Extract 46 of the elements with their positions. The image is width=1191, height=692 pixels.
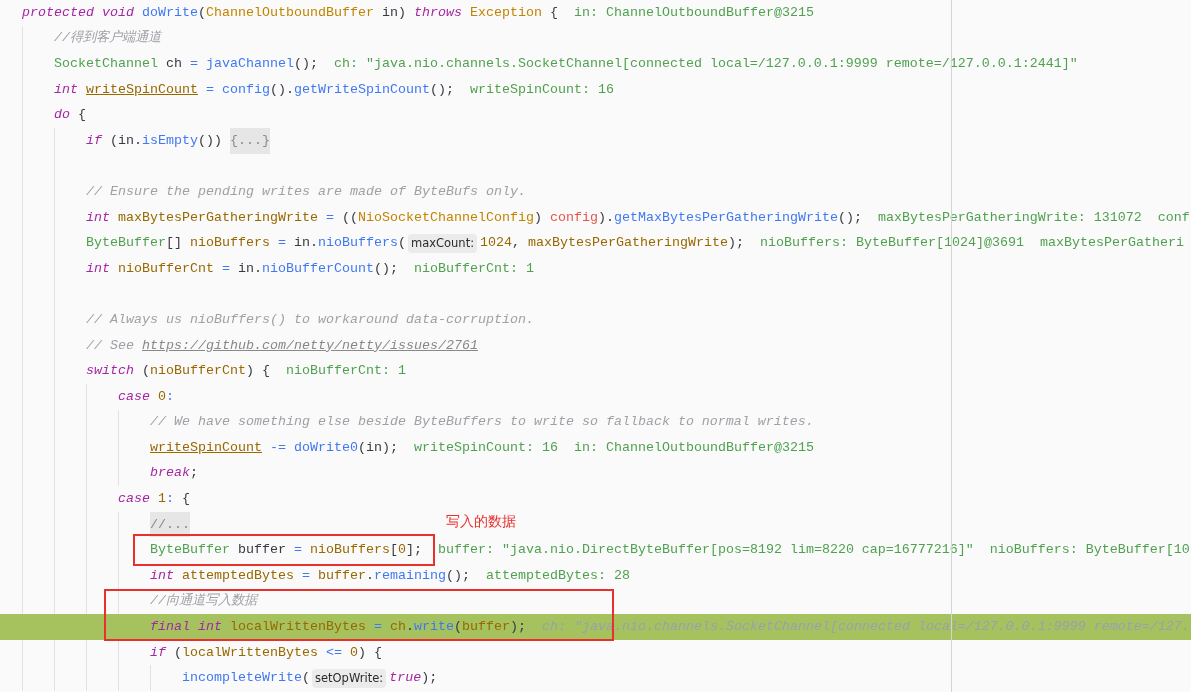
- debug-value: writeSpinCount: 16: [469, 81, 614, 98]
- debug-value: maxBytesPerGatheringWrite: 131072: [877, 209, 1142, 226]
- debug-value: buffer: "java.nio.DirectByteBuffer[pos=8192 lim=8220 cap=16777216]": [437, 542, 974, 559]
- code-line: writeSpinCount -= doWrite0(in);: [150, 439, 398, 456]
- code-line: ByteBuffer[] nioBuffers = in.nioBuffers(: [86, 235, 406, 252]
- code-line: case 1: {: [118, 491, 190, 508]
- code-line: true);: [389, 670, 438, 687]
- code-comment: //向通道写入数据: [150, 593, 257, 610]
- code-line: int nioBufferCnt = in.nioBufferCount();: [86, 260, 398, 277]
- code-comment: // Always us nioBuffers() to workaround data-corruption.: [86, 311, 534, 328]
- debug-value: writeSpinCount: 16: [414, 439, 558, 456]
- code-line: protected void doWrite(ChannelOutboundBuffer in) throws Exception {: [22, 4, 558, 21]
- debug-value: in: ChannelOutboundBuffer@3215: [573, 439, 814, 456]
- debug-value: ch: "java.nio.channels.SocketChannel[connected local=/127.0.0.1:9999 remote=/127.0.0.1:2441]": [333, 56, 1078, 72]
- code-line: 1024, maxBytesPerGatheringWrite);: [480, 235, 744, 252]
- code-comment: // Ensure the pending writes are made of ByteBufs only.: [86, 183, 526, 200]
- code-line: if (in.isEmpty()): [86, 132, 223, 149]
- debug-value: maxBytesPerGatheri: [1039, 235, 1184, 252]
- code-line: if (localWrittenBytes <= 0) {: [150, 644, 382, 661]
- code-line: switch (nioBufferCnt) {: [86, 363, 270, 380]
- code-line: SocketChannel ch = javaChannel();: [54, 56, 318, 72]
- debug-value: nioBufferCnt: 1: [413, 260, 534, 277]
- folded-code[interactable]: {...}: [230, 127, 270, 154]
- parameter-hint: setOpWrite:: [312, 668, 387, 688]
- annotation-note: 写入的数据: [446, 513, 516, 531]
- code-line: int maxBytesPerGatheringWrite = ((NioSocketChannelConfig) config).getMaxBytesPerGatheringWrite();: [86, 209, 862, 226]
- debug-value: in: ChannelOutboundBuffer@3215: [573, 4, 814, 21]
- debug-value: nioBuffers: ByteBuffer[1024]@3691: [760, 235, 1024, 252]
- code-line: break;: [150, 465, 198, 482]
- parameter-hint: maxCount:: [407, 233, 478, 253]
- code-comment: //得到客户端通道: [54, 30, 161, 47]
- code-line: ByteBuffer buffer = nioBuffers[0];: [150, 542, 422, 559]
- code-line: case 0:: [118, 388, 174, 405]
- code-line: do {: [54, 107, 86, 124]
- code-line: int attemptedBytes = buffer.remaining();: [150, 567, 470, 584]
- code-comment: // See https://github.com/netty/netty/issues/2761: [86, 337, 478, 354]
- debug-value: conf: [1157, 209, 1190, 226]
- link[interactable]: https://github.com/netty/netty/issues/2761: [142, 337, 478, 353]
- code-line: final int localWrittenBytes = ch.write(buffer);: [150, 619, 526, 636]
- debug-value: nioBuffers: ByteBuffer[10: [989, 542, 1190, 559]
- code-line: int writeSpinCount = config().getWriteSpinCount();: [54, 81, 454, 98]
- code-line: incompleteWrite(: [182, 670, 310, 687]
- debug-value: nioBufferCnt: 1: [286, 363, 406, 380]
- code-comment: // We have something else beside ByteBuffers to write so fallback to normal writes.: [150, 414, 814, 431]
- debug-value: attemptedBytes: 28: [485, 567, 630, 584]
- folded-code[interactable]: //...: [150, 511, 190, 538]
